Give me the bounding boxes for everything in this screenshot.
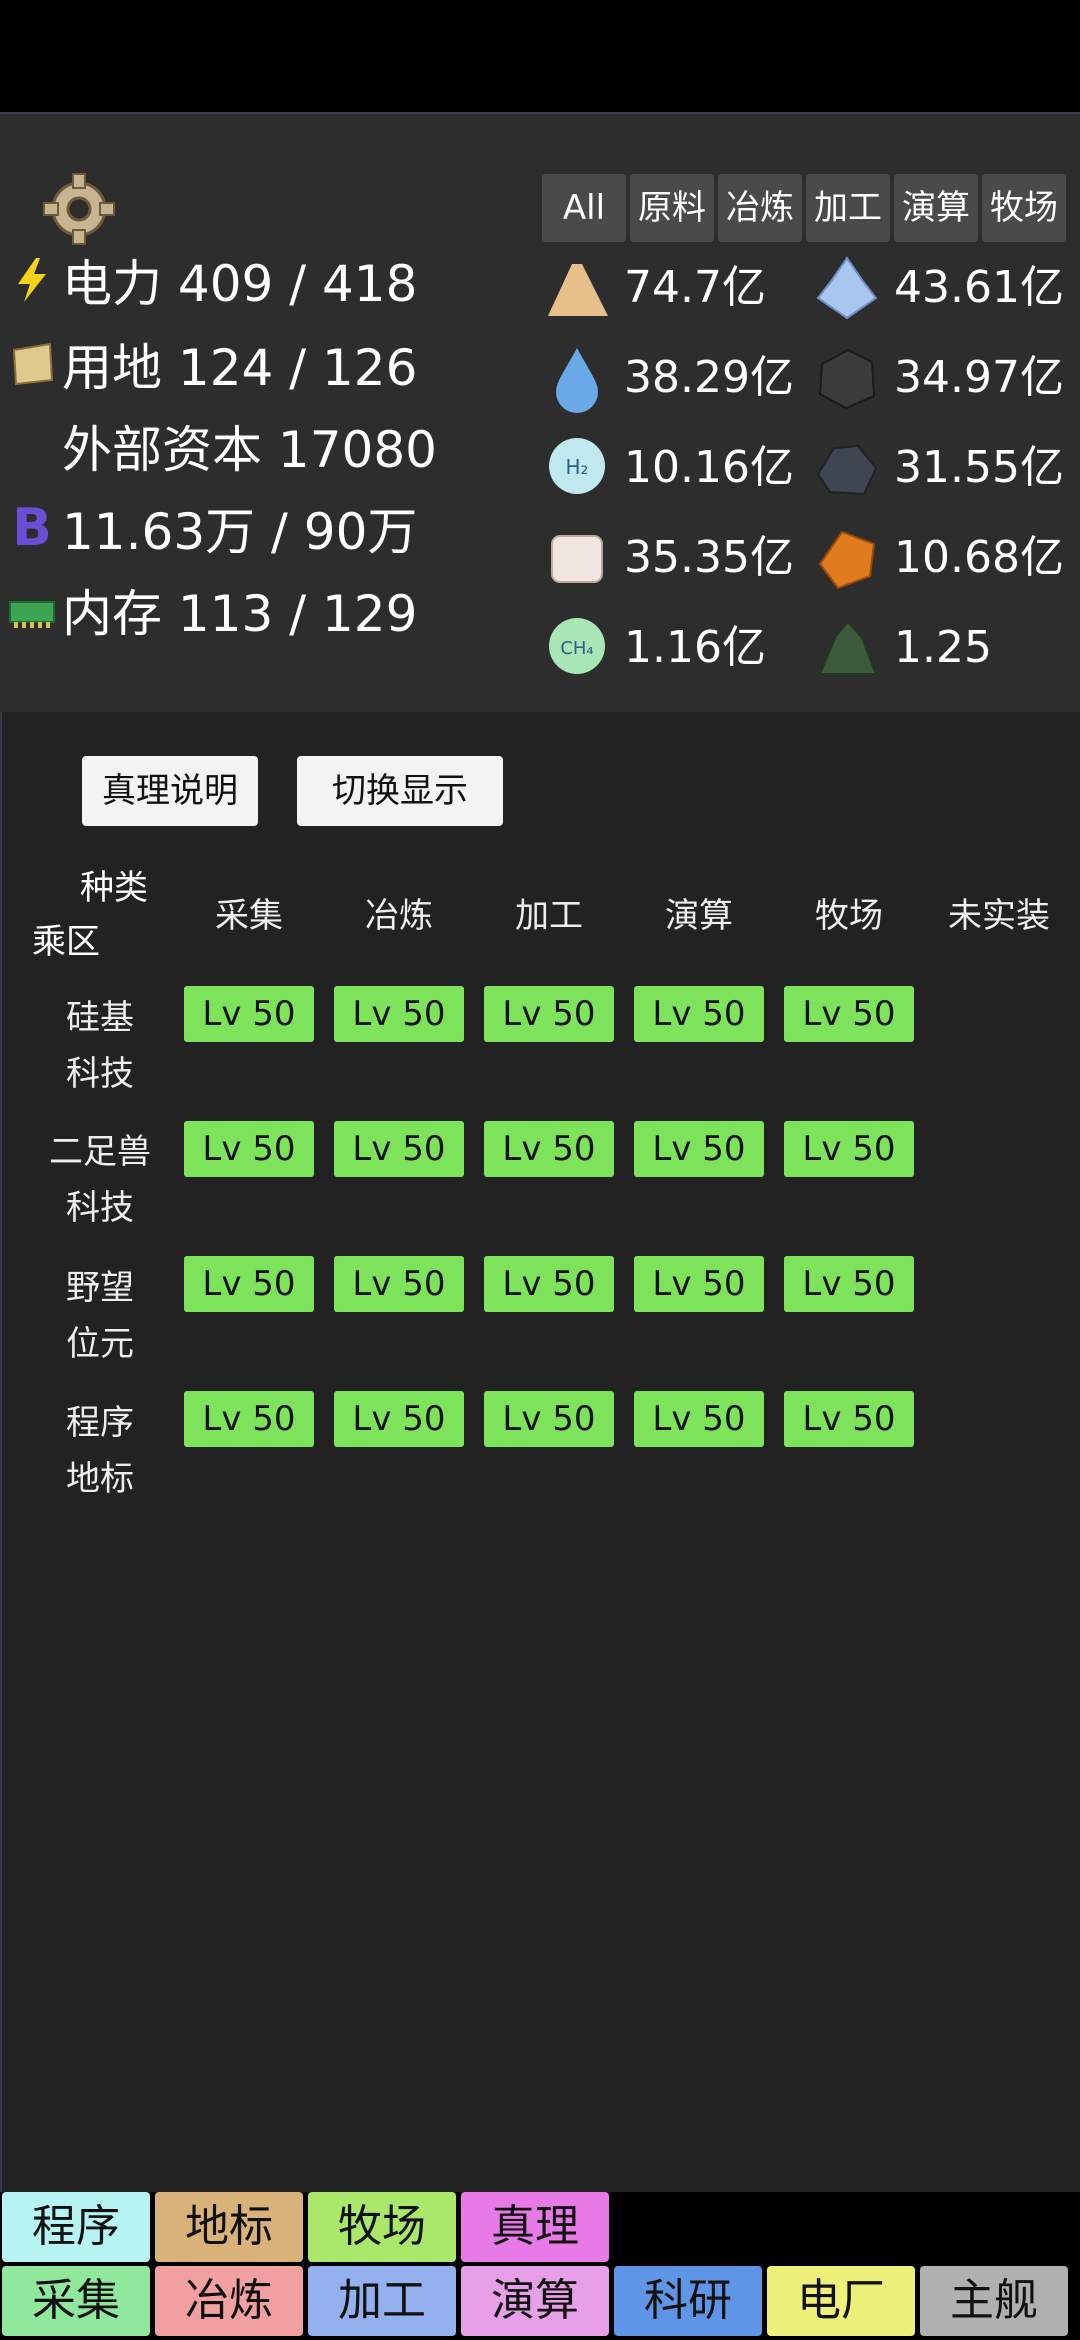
level-badge[interactable]: Lv 50 bbox=[634, 1121, 764, 1177]
corner-header-type: 种类 bbox=[80, 868, 148, 908]
row-head: 野望 位元 bbox=[66, 1268, 134, 1364]
svg-text:H₂: H₂ bbox=[565, 455, 588, 479]
level-badge[interactable]: Lv 50 bbox=[334, 1256, 464, 1312]
col-unimplemented: 未实装 bbox=[948, 896, 1050, 936]
level-badge[interactable]: Lv 50 bbox=[784, 1391, 914, 1447]
amber-icon bbox=[818, 530, 876, 590]
level-badge[interactable]: Lv 50 bbox=[334, 986, 464, 1042]
land-stat: 用地 124 / 126 bbox=[62, 339, 418, 397]
level-badge[interactable]: Lv 50 bbox=[484, 1121, 614, 1177]
col-ranch: 牧场 bbox=[815, 896, 883, 936]
water-icon bbox=[556, 348, 598, 413]
col-smelt: 冶炼 bbox=[365, 896, 433, 936]
memory-chip-icon bbox=[9, 601, 55, 628]
crystal-icon bbox=[816, 256, 878, 320]
row-head: 硅基 科技 bbox=[66, 998, 134, 1094]
settings-gear-icon[interactable] bbox=[42, 172, 116, 246]
lightning-icon bbox=[18, 258, 46, 302]
power-stat: 电力 409 / 418 bbox=[62, 255, 418, 313]
tab-compute[interactable]: 演算 bbox=[461, 2266, 609, 2336]
hydrogen-icon: H₂ bbox=[549, 438, 605, 494]
level-badge[interactable]: Lv 50 bbox=[784, 1121, 914, 1177]
sand-icon bbox=[548, 264, 608, 316]
tab-ranch[interactable]: 牧场 bbox=[982, 174, 1066, 242]
svg-text:CH₄: CH₄ bbox=[560, 638, 593, 659]
level-badge[interactable]: Lv 50 bbox=[634, 1391, 764, 1447]
level-badge[interactable]: Lv 50 bbox=[784, 986, 914, 1042]
resource-panel: 电力 409 / 418 用地 124 / 126 外部资本 17080 B 1… bbox=[0, 112, 1080, 714]
status-bar bbox=[0, 0, 1080, 112]
tab-raw[interactable]: 原料 bbox=[630, 174, 714, 242]
external-capital-stat: 外部资本 17080 bbox=[62, 421, 437, 479]
toggle-display-button[interactable]: 切换显示 bbox=[297, 756, 503, 826]
level-badge[interactable]: Lv 50 bbox=[334, 1121, 464, 1177]
row-head: 二足兽 科技 bbox=[49, 1132, 151, 1228]
tab-research[interactable]: 科研 bbox=[614, 2266, 762, 2336]
truth-explain-button[interactable]: 真理说明 bbox=[82, 756, 258, 826]
tab-landmark[interactable]: 地标 bbox=[155, 2192, 303, 2262]
ore-icon bbox=[816, 444, 878, 496]
methane-icon: CH₄ bbox=[549, 618, 605, 674]
level-badge[interactable]: Lv 50 bbox=[634, 986, 764, 1042]
tab-ranch[interactable]: 牧场 bbox=[308, 2192, 456, 2262]
level-badge[interactable]: Lv 50 bbox=[484, 986, 614, 1042]
salt-icon bbox=[551, 535, 603, 583]
coal-icon bbox=[818, 348, 876, 410]
col-collect: 采集 bbox=[215, 896, 283, 936]
tab-mothership[interactable]: 主舰 bbox=[920, 2266, 1068, 2336]
level-badge[interactable]: Lv 50 bbox=[334, 1391, 464, 1447]
tab-all[interactable]: All bbox=[542, 174, 626, 242]
level-badge[interactable]: Lv 50 bbox=[484, 1391, 614, 1447]
tab-process[interactable]: 加工 bbox=[806, 174, 890, 242]
bits-stat: 11.63万 / 90万 bbox=[62, 503, 418, 561]
truth-panel: 真理说明 切换显示 种类 乘区 采集 冶炼 加工 演算 牧场 未实装 硅基 科技 … bbox=[0, 712, 1080, 2192]
tab-compute[interactable]: 演算 bbox=[894, 174, 978, 242]
green-ore-icon bbox=[818, 620, 878, 675]
tab-power-plant[interactable]: 电厂 bbox=[767, 2266, 915, 2336]
level-badge[interactable]: Lv 50 bbox=[484, 1256, 614, 1312]
tab-program[interactable]: 程序 bbox=[2, 2192, 150, 2262]
bit-icon: B bbox=[12, 498, 52, 558]
land-icon bbox=[12, 342, 54, 386]
level-badge[interactable]: Lv 50 bbox=[184, 986, 314, 1042]
tab-truth[interactable]: 真理 bbox=[461, 2192, 609, 2262]
tab-smelt[interactable]: 冶炼 bbox=[155, 2266, 303, 2336]
col-compute: 演算 bbox=[665, 896, 733, 936]
col-process: 加工 bbox=[515, 896, 583, 936]
tab-smelt[interactable]: 冶炼 bbox=[718, 174, 802, 242]
level-badge[interactable]: Lv 50 bbox=[184, 1121, 314, 1177]
row-head: 程序 地标 bbox=[66, 1403, 134, 1499]
tab-process[interactable]: 加工 bbox=[308, 2266, 456, 2336]
level-badge[interactable]: Lv 50 bbox=[634, 1256, 764, 1312]
level-badge[interactable]: Lv 50 bbox=[184, 1391, 314, 1447]
level-badge[interactable]: Lv 50 bbox=[184, 1256, 314, 1312]
tab-collect[interactable]: 采集 bbox=[2, 2266, 150, 2336]
corner-header-zone: 乘区 bbox=[32, 922, 100, 962]
memory-stat: 内存 113 / 129 bbox=[62, 585, 418, 643]
level-badge[interactable]: Lv 50 bbox=[784, 1256, 914, 1312]
